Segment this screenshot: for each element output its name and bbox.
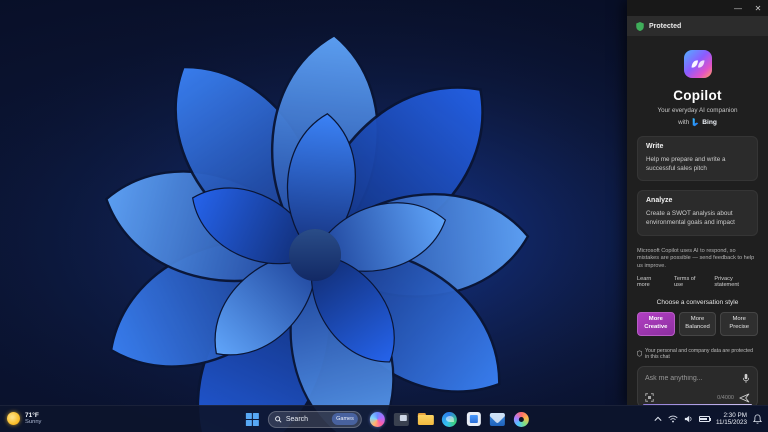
notification-bell-icon[interactable] — [753, 414, 762, 424]
search-label: Search — [285, 415, 309, 423]
chat-input-box: 0/4000 — [637, 365, 758, 405]
mail-icon — [489, 412, 505, 426]
copilot-panel: — ✕ Protected Copilot Your everyday AI c… — [627, 0, 768, 405]
bing-label: Bing — [702, 119, 717, 126]
photos-icon — [513, 411, 529, 427]
learn-more-link[interactable]: Learn more — [637, 276, 665, 288]
chat-icon — [393, 412, 409, 426]
taskbar-file-explorer-button[interactable] — [417, 411, 434, 428]
search-badge-label: Games — [336, 416, 354, 422]
copilot-orb-icon — [369, 411, 385, 427]
card-title: Write — [646, 143, 664, 150]
weather-temp: 71°F — [25, 412, 39, 420]
weather-widget[interactable]: 71°F Sunny — [7, 412, 41, 426]
tray-date: 11/15/2023 — [715, 419, 747, 426]
shield-outline-icon — [637, 350, 643, 358]
tray-time: 2:30 PM — [723, 411, 747, 419]
conversation-style-group: More Creative More Balanced More Precise — [637, 311, 759, 336]
store-icon — [466, 412, 481, 426]
protected-banner[interactable]: Protected — [627, 16, 768, 36]
shield-protected-icon — [636, 21, 644, 31]
privacy-statement-link[interactable]: Privacy statement — [714, 276, 758, 288]
card-title: Analyze — [646, 197, 673, 205]
taskbar-mail-button[interactable] — [489, 411, 506, 428]
search-box[interactable]: Search Games — [267, 410, 362, 428]
taskbar-edge-button[interactable] — [441, 411, 458, 428]
panel-body: Copilot Your everyday AI companion with … — [627, 36, 768, 405]
legal-links: Learn more Terms of use Privacy statemen… — [637, 276, 758, 288]
send-icon[interactable] — [739, 393, 750, 403]
data-protection-text: Your personal and company data are prote… — [645, 347, 754, 360]
edge-icon — [441, 411, 457, 427]
clock-widget[interactable]: 2:30 PM 11/15/2023 — [716, 412, 747, 426]
close-button[interactable]: ✕ — [748, 0, 768, 16]
data-protection-note: Your personal and company data are prote… — [637, 348, 758, 360]
bing-logo-icon — [692, 118, 699, 127]
folder-icon — [417, 413, 434, 425]
copilot-logo-icon — [683, 50, 712, 78]
start-button[interactable] — [244, 411, 261, 428]
sun-icon — [7, 412, 20, 426]
wifi-icon[interactable] — [668, 415, 678, 423]
taskbar-photos-button[interactable] — [513, 411, 530, 428]
screenshot-icon[interactable] — [645, 393, 654, 403]
taskbar-center: Search Games — [244, 410, 530, 428]
taskbar-copilot-button[interactable] — [369, 411, 386, 428]
battery-icon[interactable] — [698, 416, 712, 422]
suggestion-card-write[interactable]: Write Help me prepare and write a succes… — [637, 136, 758, 182]
conversation-style-heading: Choose a conversation style — [656, 298, 739, 306]
ai-disclaimer: Microsoft Copilot uses AI to respond, so… — [637, 247, 755, 270]
style-more-creative-button[interactable]: More Creative — [637, 311, 675, 336]
copilot-tagline: Your everyday AI companion — [657, 107, 738, 114]
taskbar-store-button[interactable] — [465, 411, 482, 428]
panel-titlebar: — ✕ — [627, 0, 768, 16]
card-body: Help me prepare and write a successful s… — [646, 156, 726, 173]
chevron-up-icon[interactable] — [654, 416, 662, 422]
windows-logo-icon — [245, 412, 259, 426]
taskbar: 71°F Sunny Search Games 2:30 PM 11/15/20… — [0, 405, 768, 432]
terms-of-use-link[interactable]: Terms of use — [674, 276, 705, 288]
weather-condition: Sunny — [25, 419, 42, 426]
system-tray: 2:30 PM 11/15/2023 — [654, 412, 762, 426]
search-highlight-badge[interactable]: Games — [332, 413, 358, 425]
with-label: with — [678, 119, 690, 126]
volume-icon[interactable] — [684, 415, 693, 423]
minimize-button[interactable]: — — [728, 0, 748, 16]
style-more-precise-button[interactable]: More Precise — [720, 311, 759, 336]
style-more-balanced-button[interactable]: More Balanced — [678, 311, 717, 336]
with-bing-row: with Bing — [637, 118, 758, 127]
suggestion-card-analyze[interactable]: Analyze Create a SWOT analysis about env… — [637, 190, 758, 236]
search-icon — [275, 415, 282, 423]
char-counter: 0/4000 — [717, 394, 734, 401]
copilot-title: Copilot — [673, 88, 722, 103]
card-body: Create a SWOT analysis about environment… — [646, 210, 735, 227]
microphone-icon[interactable] — [742, 373, 750, 384]
desktop: — ✕ Protected Copilot Your everyday AI c… — [0, 0, 768, 432]
protected-label: Protected — [649, 22, 682, 30]
taskbar-chat-button[interactable] — [393, 411, 410, 428]
chat-input[interactable] — [645, 374, 738, 382]
